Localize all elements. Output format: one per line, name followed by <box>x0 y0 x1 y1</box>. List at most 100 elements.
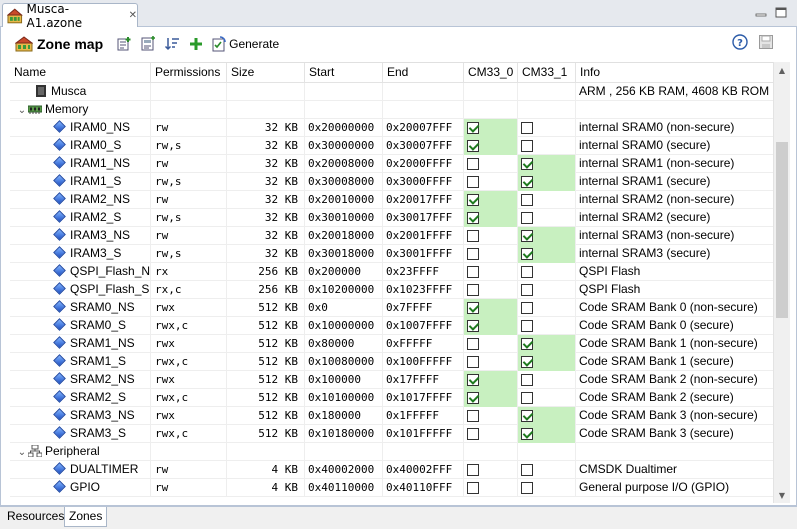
checkbox-checked[interactable] <box>467 194 479 206</box>
col-header-info[interactable]: Info <box>576 63 773 83</box>
checkbox[interactable] <box>467 176 479 188</box>
checkbox[interactable] <box>521 284 533 296</box>
checkbox[interactable] <box>467 356 479 368</box>
table-row[interactable]: IRAM1_NS rw 32 KB 0x20008000 0x2000FFFF inter… <box>10 155 773 173</box>
save-button[interactable] <box>758 34 774 53</box>
table-row[interactable]: IRAM2_NS rw 32 KB 0x20010000 0x20017FFF inter… <box>10 191 773 209</box>
table-row[interactable]: SRAM0_NS rwx 512 KB 0x0 0x7FFFF Code SRAM Ban… <box>10 299 773 317</box>
table-row[interactable]: IRAM1_S rw,s 32 KB 0x30008000 0x3000FFFF inte… <box>10 173 773 191</box>
cell-permissions: rwx <box>151 371 227 389</box>
close-icon[interactable]: ✕ <box>129 10 137 21</box>
checkbox[interactable] <box>521 122 533 134</box>
add-partition-button[interactable] <box>139 35 157 53</box>
add-zone-icon <box>117 36 131 50</box>
checkbox-checked[interactable] <box>467 122 479 134</box>
checkbox[interactable] <box>521 374 533 386</box>
checkbox-checked[interactable] <box>521 230 533 242</box>
col-header-cm33-1[interactable]: CM33_1 <box>518 63 576 83</box>
checkbox-checked[interactable] <box>521 410 533 422</box>
add-button[interactable] <box>187 35 205 53</box>
table-row[interactable]: IRAM0_NS rw 32 KB 0x20000000 0x20007FFF inter… <box>10 119 773 137</box>
cell-size: 512 KB <box>227 407 305 425</box>
table-row[interactable]: SRAM2_S rwx,c 512 KB 0x10100000 0x1017FFFF Co… <box>10 389 773 407</box>
table-row[interactable]: QSPI_Flash_NS rx 256 KB 0x200000 0x23FFFF QSP… <box>10 263 773 281</box>
table-row[interactable]: SRAM2_NS rwx 512 KB 0x100000 0x17FFFF Code SR… <box>10 371 773 389</box>
table-row[interactable]: IRAM2_S rw,s 32 KB 0x30010000 0x30017FFF inte… <box>10 209 773 227</box>
checkbox[interactable] <box>467 428 479 440</box>
checkbox[interactable] <box>467 284 479 296</box>
col-header-name[interactable]: Name <box>10 63 151 83</box>
table-row[interactable]: SRAM0_S rwx,c 512 KB 0x10000000 0x1007FFFF Co… <box>10 317 773 335</box>
checkbox-checked[interactable] <box>521 356 533 368</box>
checkbox[interactable] <box>467 248 479 260</box>
checkbox[interactable] <box>467 338 479 350</box>
table-row[interactable]: SRAM3_S rwx,c 512 KB 0x10180000 0x101FFFFF Co… <box>10 425 773 443</box>
checkbox-checked[interactable] <box>467 302 479 314</box>
col-header-start[interactable]: Start <box>305 63 383 83</box>
checkbox-checked[interactable] <box>521 428 533 440</box>
cell-end <box>383 101 464 119</box>
add-zone-button[interactable] <box>115 35 133 53</box>
checkbox[interactable] <box>521 320 533 332</box>
checkbox-checked[interactable] <box>521 158 533 170</box>
table-row[interactable]: IRAM3_NS rw 32 KB 0x20018000 0x2001FFFF inter… <box>10 227 773 245</box>
checkbox[interactable] <box>521 482 533 494</box>
col-header-cm33-0[interactable]: CM33_0 <box>464 63 518 83</box>
checkbox[interactable] <box>467 482 479 494</box>
table-row[interactable]: Musca ARM , 256 KB RAM, 4608 KB ROM <box>10 83 773 101</box>
sort-button[interactable] <box>163 35 181 53</box>
checkbox[interactable] <box>467 464 479 476</box>
checkbox[interactable] <box>521 266 533 278</box>
cell-permissions: rwx,c <box>151 353 227 371</box>
table-row[interactable]: IRAM3_S rw,s 32 KB 0x30018000 0x3001FFFF inte… <box>10 245 773 263</box>
scroll-up-icon[interactable]: ▲ <box>774 62 790 78</box>
help-button[interactable]: ? <box>732 34 748 53</box>
tab-resources[interactable]: Resources <box>3 507 68 527</box>
checkbox[interactable] <box>467 230 479 242</box>
table-row[interactable]: ⌄ Peripheral <box>10 443 773 461</box>
chevron-down-icon[interactable]: ⌄ <box>16 444 28 461</box>
checkbox[interactable] <box>521 392 533 404</box>
zone-item-icon <box>53 210 66 223</box>
checkbox[interactable] <box>521 302 533 314</box>
checkbox-checked[interactable] <box>467 320 479 332</box>
checkbox-checked[interactable] <box>521 338 533 350</box>
checkbox-checked[interactable] <box>467 392 479 404</box>
vertical-scrollbar[interactable]: ▲ ▼ <box>773 62 790 503</box>
toolbar-right: ? <box>732 34 774 53</box>
cell-cm33-1 <box>518 479 576 497</box>
table-row[interactable]: DUALTIMER rw 4 KB 0x40002000 0x40002FFF CMSDK… <box>10 461 773 479</box>
checkbox[interactable] <box>521 140 533 152</box>
checkbox[interactable] <box>467 158 479 170</box>
zone-item-icon <box>53 372 66 385</box>
checkbox[interactable] <box>521 194 533 206</box>
checkbox-checked[interactable] <box>521 248 533 260</box>
scroll-down-icon[interactable]: ▼ <box>774 487 790 503</box>
maximize-icon[interactable] <box>775 7 787 18</box>
table-row[interactable]: IRAM0_S rw,s 32 KB 0x30000000 0x30007FFF inte… <box>10 137 773 155</box>
generate-button[interactable]: Generate <box>211 35 279 53</box>
chevron-down-icon[interactable]: ⌄ <box>16 102 28 119</box>
col-header-permissions[interactable]: Permissions <box>151 63 227 83</box>
checkbox-checked[interactable] <box>521 176 533 188</box>
col-header-end[interactable]: End <box>383 63 464 83</box>
checkbox-checked[interactable] <box>467 374 479 386</box>
table-row[interactable]: GPIO rw 4 KB 0x40110000 0x40110FFF General pu… <box>10 479 773 497</box>
cell-start: 0x30000000 <box>305 137 383 155</box>
checkbox[interactable] <box>467 410 479 422</box>
checkbox[interactable] <box>467 266 479 278</box>
table-row[interactable]: SRAM1_NS rwx 512 KB 0x80000 0xFFFFF Code SRAM… <box>10 335 773 353</box>
table-row[interactable]: ⌄ Memory <box>10 101 773 119</box>
checkbox[interactable] <box>521 464 533 476</box>
checkbox[interactable] <box>521 212 533 224</box>
col-header-size[interactable]: Size <box>227 63 305 83</box>
tab-zones[interactable]: Zones <box>64 507 108 527</box>
table-row[interactable]: SRAM3_NS rwx 512 KB 0x180000 0x1FFFFF Code SR… <box>10 407 773 425</box>
editor-tab-musca-a1[interactable]: Musca-A1.azone ✕ <box>2 2 138 30</box>
checkbox-checked[interactable] <box>467 212 479 224</box>
table-row[interactable]: QSPI_Flash_S rx,c 256 KB 0x10200000 0x1023FF… <box>10 281 773 299</box>
minimize-icon[interactable] <box>755 7 767 18</box>
checkbox-checked[interactable] <box>467 140 479 152</box>
table-row[interactable]: SRAM1_S rwx,c 512 KB 0x10080000 0x100FFFFF Co… <box>10 353 773 371</box>
scrollbar-thumb[interactable] <box>776 142 788 318</box>
